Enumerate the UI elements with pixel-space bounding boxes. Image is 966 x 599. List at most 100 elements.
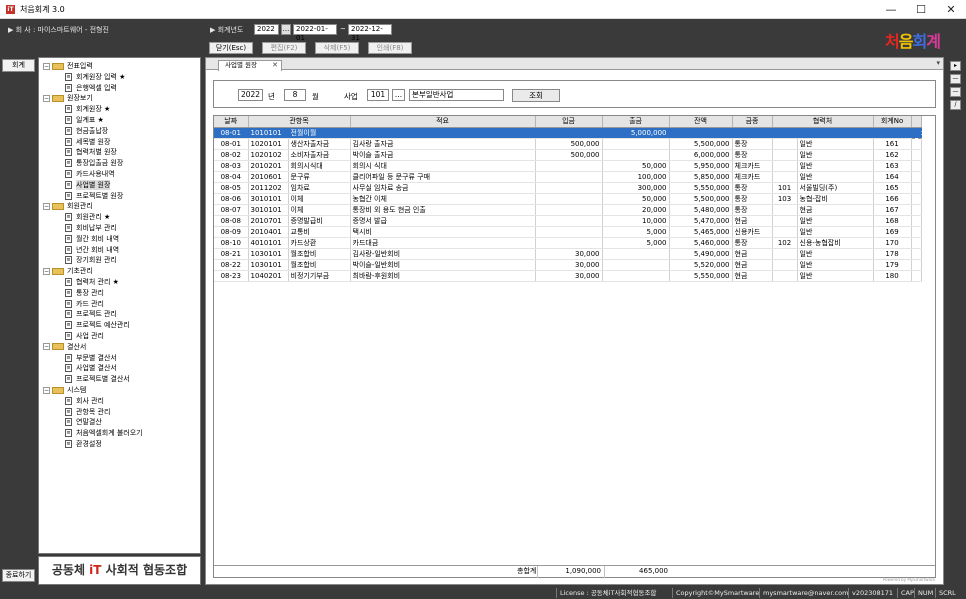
- tree-label: 회사 관리: [76, 396, 104, 405]
- tree-item[interactable]: ≡ 회계원장 입력 ★: [65, 72, 125, 82]
- tree-item[interactable]: ≡ 은행엑셀 입력: [65, 83, 117, 93]
- tree-item[interactable]: ≡ 카드 관리: [65, 299, 104, 309]
- collapse-icon[interactable]: −: [43, 94, 50, 102]
- exit-button[interactable]: 종료하기: [2, 569, 35, 582]
- date-from-field[interactable]: 2022-01-01: [293, 24, 337, 42]
- business-name-field[interactable]: 본부일반사업: [409, 89, 504, 101]
- maximize-button[interactable]: ☐: [906, 0, 936, 19]
- table-row[interactable]: 08-08 2010701 증명발급비 증명서 발급 10,000 5,470,000 현금…: [214, 215, 922, 227]
- business-picker-button[interactable]: ...: [392, 89, 405, 101]
- tree-item[interactable]: ≡ 협력처별 원장: [65, 147, 117, 157]
- tree-group[interactable]: − 결산서: [43, 342, 86, 352]
- tree-item[interactable]: ≡ 프로젝트 관리: [65, 309, 117, 319]
- business-code-field[interactable]: 101: [367, 89, 389, 101]
- close-button[interactable]: 닫기(Esc): [209, 42, 253, 54]
- fiscal-year-field[interactable]: 2022: [254, 24, 279, 35]
- tree-item[interactable]: ≡ 현금출납장: [65, 126, 108, 136]
- tab-dropdown-icon[interactable]: ▾: [936, 59, 940, 67]
- tree-item[interactable]: ≡ 회비납부 관리: [65, 223, 117, 233]
- tree-item[interactable]: ≡ 통장입출금 원장: [65, 158, 123, 168]
- document-icon: ≡: [65, 396, 72, 405]
- tree-item[interactable]: ≡ 부문별 결산서: [65, 353, 117, 363]
- tree-item[interactable]: ≡ 처음엑셀회계 불러오기: [65, 428, 143, 438]
- table-row[interactable]: 08-23 1040201 비정기기부금 최바람-후원회비 30,000 5,550,00…: [214, 270, 922, 282]
- right-strip-button-4[interactable]: /: [950, 100, 961, 110]
- tree-item[interactable]: ≡ 연말결산: [65, 417, 102, 427]
- tree-item[interactable]: ≡ 월간 회비 내역: [65, 234, 119, 244]
- tree-item[interactable]: ≡ 협력처 관리 ★: [65, 277, 119, 287]
- table-cell: 현금: [732, 270, 773, 282]
- column-header-description[interactable]: 적요: [350, 116, 536, 128]
- table-row[interactable]: 08-09 2010401 교통비 택시비 5,000 5,465,000 신용카드 일반 16…: [214, 226, 922, 238]
- tree-item[interactable]: ≡ 세목별 원장: [65, 137, 110, 147]
- tree-group[interactable]: − 전표입력: [43, 61, 93, 71]
- table-row[interactable]: 08-01 1020101 생산자출자금 김사랑 출자금 500,000 5,500,00…: [214, 138, 922, 150]
- collapse-icon[interactable]: −: [43, 386, 50, 394]
- tree-item[interactable]: ≡ 년간 회비 내역: [65, 245, 119, 255]
- column-header-expense[interactable]: 출금: [602, 116, 670, 128]
- collapse-icon[interactable]: −: [43, 343, 50, 351]
- tree-item[interactable]: ≡ 카드사용내역: [65, 169, 115, 179]
- table-cell: [772, 215, 798, 227]
- tree-item[interactable]: ≡ 사업별 결산서: [65, 363, 117, 373]
- table-row[interactable]: 08-21 1030101 월조합비 김사랑-일반회비 30,000 5,490,000 현…: [214, 248, 922, 260]
- tree-item[interactable]: ≡ 관항목 관리: [65, 407, 110, 417]
- right-strip-button-2[interactable]: —: [950, 74, 961, 84]
- tab-business-ledger[interactable]: 사업별 원장 ✕: [218, 60, 282, 71]
- tree-item[interactable]: ≡ 장기회원 관리: [65, 255, 117, 265]
- delete-button[interactable]: 삭제(F5): [315, 42, 359, 54]
- table-row[interactable]: 08-07 3010101 이체 통장비 외 용도 현금 인출 20,000 5,480,…: [214, 204, 922, 216]
- tree-group[interactable]: − 회원관리: [43, 201, 93, 211]
- column-header-voucher-no[interactable]: 회계No: [873, 116, 912, 128]
- tree-item[interactable]: ≡ 사업별 원장: [65, 179, 111, 190]
- fiscal-year-picker-button[interactable]: ...: [281, 24, 291, 35]
- tree-item[interactable]: ≡ 회원관리 ★: [65, 212, 110, 222]
- edit-button[interactable]: 편집(F2): [262, 42, 306, 54]
- table-row[interactable]: 08-04 2010601 문구류 클리어파일 등 문구류 구매 100,000 5,85…: [214, 171, 922, 183]
- accounting-menu-button[interactable]: 회계: [2, 59, 35, 72]
- tree-item[interactable]: ≡ 통장 관리: [65, 288, 104, 298]
- collapse-icon[interactable]: −: [43, 62, 50, 70]
- date-to-field[interactable]: 2022-12-31: [348, 24, 392, 42]
- column-header-balance[interactable]: 잔액: [669, 116, 733, 128]
- tree-item[interactable]: ≡ 회계원장 ★: [65, 104, 110, 114]
- collapse-icon[interactable]: −: [43, 267, 50, 275]
- tree-item[interactable]: ≡ 일계표 ★: [65, 115, 104, 125]
- tree-group[interactable]: − 시스템: [43, 385, 86, 395]
- table-cell: 1040201: [248, 270, 289, 282]
- column-header-date[interactable]: 날짜: [214, 116, 249, 128]
- table-row[interactable]: 08-01 1010101 전월이월 5,000,000: [214, 126, 922, 139]
- column-header-partner[interactable]: 협력처: [772, 116, 874, 128]
- table-row[interactable]: 08-02 1020102 소비자출자금 박이슬 출자금 500,000 6,000,00…: [214, 149, 922, 161]
- tree-item[interactable]: ≡ 환경설정: [65, 439, 102, 449]
- collapse-icon[interactable]: −: [43, 202, 50, 210]
- table-row[interactable]: 08-22 1030101 월조합비 박이슬-일반회비 30,000 5,520,000 현…: [214, 259, 922, 271]
- table-row[interactable]: 08-03 2010201 회의시식대 회의시 식대 50,000 5,950,000 체크…: [214, 160, 922, 172]
- table-cell: 170: [873, 237, 912, 249]
- column-header-income[interactable]: 입금: [535, 116, 603, 128]
- table-row[interactable]: 08-05 2011202 임차료 사무실 임차료 송금 300,000 5,550,00…: [214, 182, 922, 194]
- table-row[interactable]: 08-06 3010101 이체 농협간 이체 50,000 5,500,000 통장 103…: [214, 193, 922, 205]
- tree-group[interactable]: − 원장보기: [43, 93, 93, 103]
- tree-item[interactable]: ≡ 프로젝트별 결산서: [65, 374, 130, 384]
- tree-item[interactable]: ≡ 프로젝트별 원장: [65, 191, 123, 201]
- table-cell: 08-23: [214, 270, 249, 282]
- right-strip-button-3[interactable]: —: [950, 87, 961, 97]
- close-window-button[interactable]: ✕: [936, 0, 966, 19]
- tab-close-icon[interactable]: ✕: [272, 61, 278, 70]
- tree-group[interactable]: − 기초관리: [43, 266, 93, 276]
- search-button[interactable]: 조회: [512, 89, 560, 102]
- table-cell: [535, 215, 603, 227]
- tree-item[interactable]: ≡ 프로젝트 예산관리: [65, 320, 130, 330]
- table-cell: [602, 149, 670, 161]
- column-header-payment-type[interactable]: 금종: [732, 116, 773, 128]
- table-row[interactable]: 08-10 4010101 카드상환 카드대금 5,000 5,460,000 통장 102 신…: [214, 237, 922, 249]
- tree-item[interactable]: ≡ 회사 관리: [65, 396, 104, 406]
- minimize-button[interactable]: —: [876, 0, 906, 19]
- year-field[interactable]: 2022: [238, 89, 263, 101]
- tree-item[interactable]: ≡ 사업 관리: [65, 331, 104, 341]
- column-header-account[interactable]: 관항목: [248, 116, 351, 128]
- month-field[interactable]: 8: [284, 89, 306, 101]
- print-button[interactable]: 인쇄(F8): [368, 42, 412, 54]
- right-strip-button-1[interactable]: ▸: [950, 61, 961, 71]
